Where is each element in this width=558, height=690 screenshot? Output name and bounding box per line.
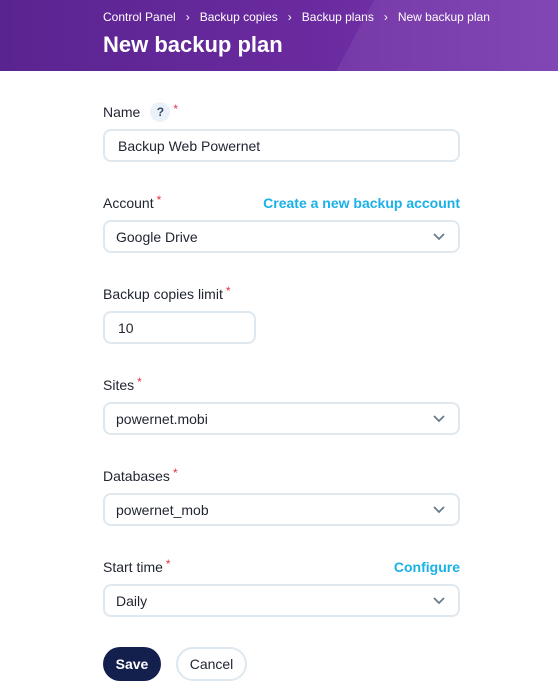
account-select-value: Google Drive (116, 228, 198, 245)
breadcrumb-separator: › (383, 10, 388, 24)
required-mark: * (165, 557, 171, 571)
configure-link[interactable]: Configure (394, 559, 460, 575)
start-time-label: Start time * (103, 557, 171, 575)
databases-label-text: Databases (103, 468, 170, 484)
account-label-text: Account (103, 195, 154, 211)
chevron-down-icon (433, 415, 445, 423)
breadcrumb-separator: › (287, 10, 292, 24)
sites-select[interactable]: powernet.mobi (103, 402, 460, 435)
help-icon[interactable]: ? (150, 102, 171, 122)
chevron-down-icon (433, 506, 445, 514)
required-mark: * (225, 284, 231, 298)
name-input[interactable] (103, 129, 460, 162)
breadcrumb-separator: › (185, 10, 190, 24)
required-mark: * (172, 466, 178, 480)
backup-limit-label: Backup copies limit * (103, 284, 231, 302)
breadcrumb-backup-copies[interactable]: Backup copies (200, 10, 278, 24)
required-mark: * (137, 375, 142, 389)
breadcrumb-backup-plans[interactable]: Backup plans (302, 10, 374, 24)
chevron-down-icon (433, 233, 445, 241)
breadcrumb-current: New backup plan (397, 10, 490, 24)
sites-label: Sites * (103, 375, 142, 393)
required-mark: * (173, 102, 179, 116)
account-label: Account * (103, 193, 162, 211)
sites-select-value: powernet.mobi (116, 410, 208, 427)
account-select[interactable]: Google Drive (103, 220, 460, 253)
cancel-button[interactable]: Cancel (176, 647, 247, 681)
backup-limit-input[interactable] (103, 311, 256, 344)
start-time-label-text: Start time (103, 559, 163, 575)
chevron-down-icon (433, 597, 445, 605)
save-button[interactable]: Save (103, 647, 161, 681)
sites-label-text: Sites (103, 377, 135, 393)
name-label: Name ? * (103, 102, 179, 122)
create-backup-account-link[interactable]: Create a new backup account (263, 195, 460, 211)
databases-select-value: powernet_mob (116, 501, 209, 518)
databases-label: Databases * (103, 466, 178, 484)
required-mark: * (156, 193, 162, 207)
breadcrumb-control-panel[interactable]: Control Panel (103, 10, 176, 24)
breadcrumb: Control Panel › Backup copies › Backup p… (103, 10, 490, 24)
start-time-select[interactable]: Daily (103, 584, 460, 617)
databases-select[interactable]: powernet_mob (103, 493, 460, 526)
page-header: Control Panel › Backup copies › Backup p… (0, 0, 558, 71)
page-title: New backup plan (103, 32, 283, 57)
name-label-text: Name (103, 104, 141, 120)
backup-limit-label-text: Backup copies limit (103, 286, 223, 302)
start-time-select-value: Daily (116, 592, 148, 609)
